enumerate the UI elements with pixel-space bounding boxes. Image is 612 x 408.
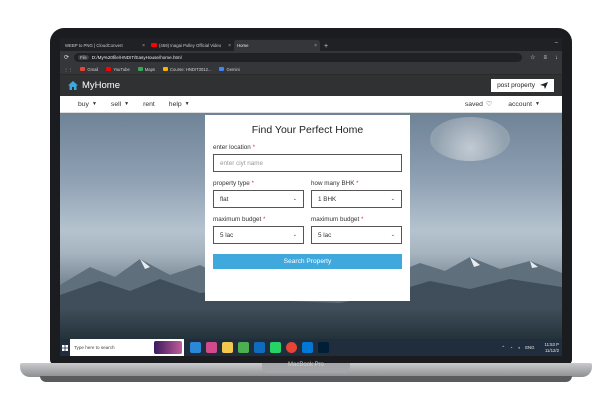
extensions-icon[interactable]: ≡: [543, 55, 547, 61]
budget-label-2: maximum budget *: [311, 216, 364, 223]
bookmark-course[interactable]: Course: HNDIT3012...: [163, 67, 211, 72]
course-icon: [163, 67, 169, 71]
hero-background: Find Your Perfect Home enter location * …: [60, 113, 562, 339]
close-icon[interactable]: ×: [142, 43, 145, 49]
send-icon: [540, 82, 548, 89]
property-type-label: property type *: [213, 180, 254, 187]
lake-image: [60, 309, 562, 339]
new-tab-button[interactable]: +: [324, 43, 328, 50]
tab-youtube[interactable]: (459) Inagai Pulley Official Video ×: [148, 40, 234, 51]
gemini-icon: [219, 67, 225, 71]
system-tray: ⌃ ◔ ◖ ENG 11:53 P 11/12/2: [496, 339, 559, 356]
bookmarks-bar: ⋮⋮ Gmail YouTube Maps Course: HNDIT3012.…: [60, 64, 562, 75]
whatsapp-icon[interactable]: [270, 342, 281, 353]
web-page: MyHome post property buy ▼ sell ▼ rent hel…: [60, 75, 562, 339]
heart-icon: ♡: [485, 101, 493, 108]
menu-saved[interactable]: saved ♡: [465, 100, 493, 109]
tab-label: Home: [237, 43, 249, 48]
moon-image: [430, 117, 510, 161]
app-icon[interactable]: [206, 342, 217, 353]
tab-bar: WEBP to PNG | CloudConvert × (459) Inaga…: [60, 38, 562, 51]
clock[interactable]: 11:53 P 11/12/2: [540, 342, 560, 353]
file-chip: File: [78, 55, 89, 60]
site-header: MyHome post property: [60, 75, 562, 96]
edge-icon[interactable]: [254, 342, 265, 353]
apps-grid-icon[interactable]: ⋮⋮: [64, 67, 72, 72]
form-title: Find Your Perfect Home: [251, 124, 364, 136]
budget-label-1: maximum budget *: [213, 216, 266, 223]
taskbar: Type here to search ⌃ ◔ ◖ ENG 11:53 P 11/…: [60, 339, 562, 356]
laptop: MacBook Pro WEBP to PNG | CloudConvert ×…: [0, 0, 612, 408]
chevron-down-icon: ⌄: [292, 232, 297, 238]
download-icon[interactable]: ↓: [555, 55, 558, 61]
chevron-down-icon: ▼: [535, 101, 540, 107]
property-type-select[interactable]: flat ⌄: [213, 190, 304, 208]
screen: WEBP to PNG | CloudConvert × (459) Inaga…: [60, 38, 562, 356]
close-icon[interactable]: ×: [314, 43, 317, 49]
language-indicator[interactable]: ENG: [525, 345, 534, 350]
tray-arrow-icon[interactable]: ⌃: [501, 345, 505, 351]
bookmark-gemini[interactable]: Gemini: [219, 67, 240, 72]
site-logo[interactable]: MyHome: [68, 80, 120, 91]
laptop-base-shadow: [40, 376, 572, 382]
gmail-icon: [80, 67, 86, 71]
wifi-icon[interactable]: ◔: [510, 345, 513, 350]
location-input[interactable]: enter ciyt name: [213, 154, 402, 172]
menu-account[interactable]: account ▼: [508, 101, 540, 108]
taskbar-search-input[interactable]: Type here to search: [70, 339, 184, 356]
reload-icon[interactable]: ⟳: [64, 54, 69, 61]
menu-sell[interactable]: sell ▼: [111, 101, 129, 108]
home-icon: [68, 81, 78, 90]
youtube-icon: [106, 67, 112, 71]
store-icon[interactable]: [238, 342, 249, 353]
site-menu: buy ▼ sell ▼ rent help ▼ saved ♡ account ▼: [60, 96, 562, 113]
windows-start-icon[interactable]: [60, 339, 70, 356]
tab-cloudconvert[interactable]: WEBP to PNG | CloudConvert ×: [62, 40, 148, 51]
chevron-down-icon: ▼: [91, 101, 97, 107]
bookmark-gmail[interactable]: Gmail: [80, 67, 98, 72]
search-form: Find Your Perfect Home enter location * …: [205, 115, 410, 301]
volume-icon[interactable]: ◖: [518, 345, 521, 350]
tab-label: (459) Inagai Pulley Official Video: [159, 43, 222, 48]
taskbar-apps: [190, 342, 334, 353]
bookmark-youtube[interactable]: YouTube: [106, 67, 130, 72]
bookmark-star-icon[interactable]: ☆: [530, 54, 535, 61]
url-text: D:/My%20file/HNDIT/EasyHouse/home.html: [91, 55, 182, 60]
file-explorer-icon[interactable]: [222, 342, 233, 353]
bookmark-maps[interactable]: Maps: [137, 67, 155, 72]
menu-buy[interactable]: buy ▼: [78, 101, 97, 108]
post-property-button[interactable]: post property: [491, 79, 554, 92]
photoshop-icon[interactable]: [318, 342, 329, 353]
chrome-icon[interactable]: [286, 342, 297, 353]
budget-select-1[interactable]: 5 lac ⌄: [213, 226, 304, 244]
minimize-icon[interactable]: –: [555, 40, 558, 46]
menu-help[interactable]: help ▼: [169, 101, 190, 108]
tab-label: WEBP to PNG | CloudConvert: [65, 43, 123, 48]
location-label: enter location *: [213, 144, 256, 151]
bhk-select[interactable]: 1 BHK ⌄: [311, 190, 402, 208]
vscode-icon[interactable]: [302, 342, 313, 353]
bhk-label: how many BHK *: [311, 180, 359, 187]
youtube-icon: [151, 43, 157, 47]
search-property-button[interactable]: Search Property: [213, 254, 402, 269]
chevron-down-icon: ▼: [184, 101, 190, 107]
budget-select-2[interactable]: 5 lac ⌄: [311, 226, 402, 244]
maps-icon: [137, 67, 143, 71]
site-brand: MyHome: [82, 80, 121, 91]
task-view-icon[interactable]: [190, 342, 201, 353]
tab-home[interactable]: Home ×: [234, 40, 320, 51]
chevron-down-icon: ⌄: [390, 196, 395, 202]
device-label: MacBook Pro: [287, 362, 324, 368]
chevron-down-icon: ⌄: [292, 196, 297, 202]
search-highlight-image: [154, 341, 182, 354]
close-icon[interactable]: ×: [228, 43, 231, 49]
address-bar: ⟳ File D:/My%20file/HNDIT/EasyHouse/home…: [60, 51, 562, 64]
menu-rent[interactable]: rent: [143, 101, 155, 108]
url-input[interactable]: File D:/My%20file/HNDIT/EasyHouse/home.h…: [74, 53, 523, 62]
chevron-down-icon: ⌄: [390, 232, 395, 238]
chevron-down-icon: ▼: [124, 101, 130, 107]
